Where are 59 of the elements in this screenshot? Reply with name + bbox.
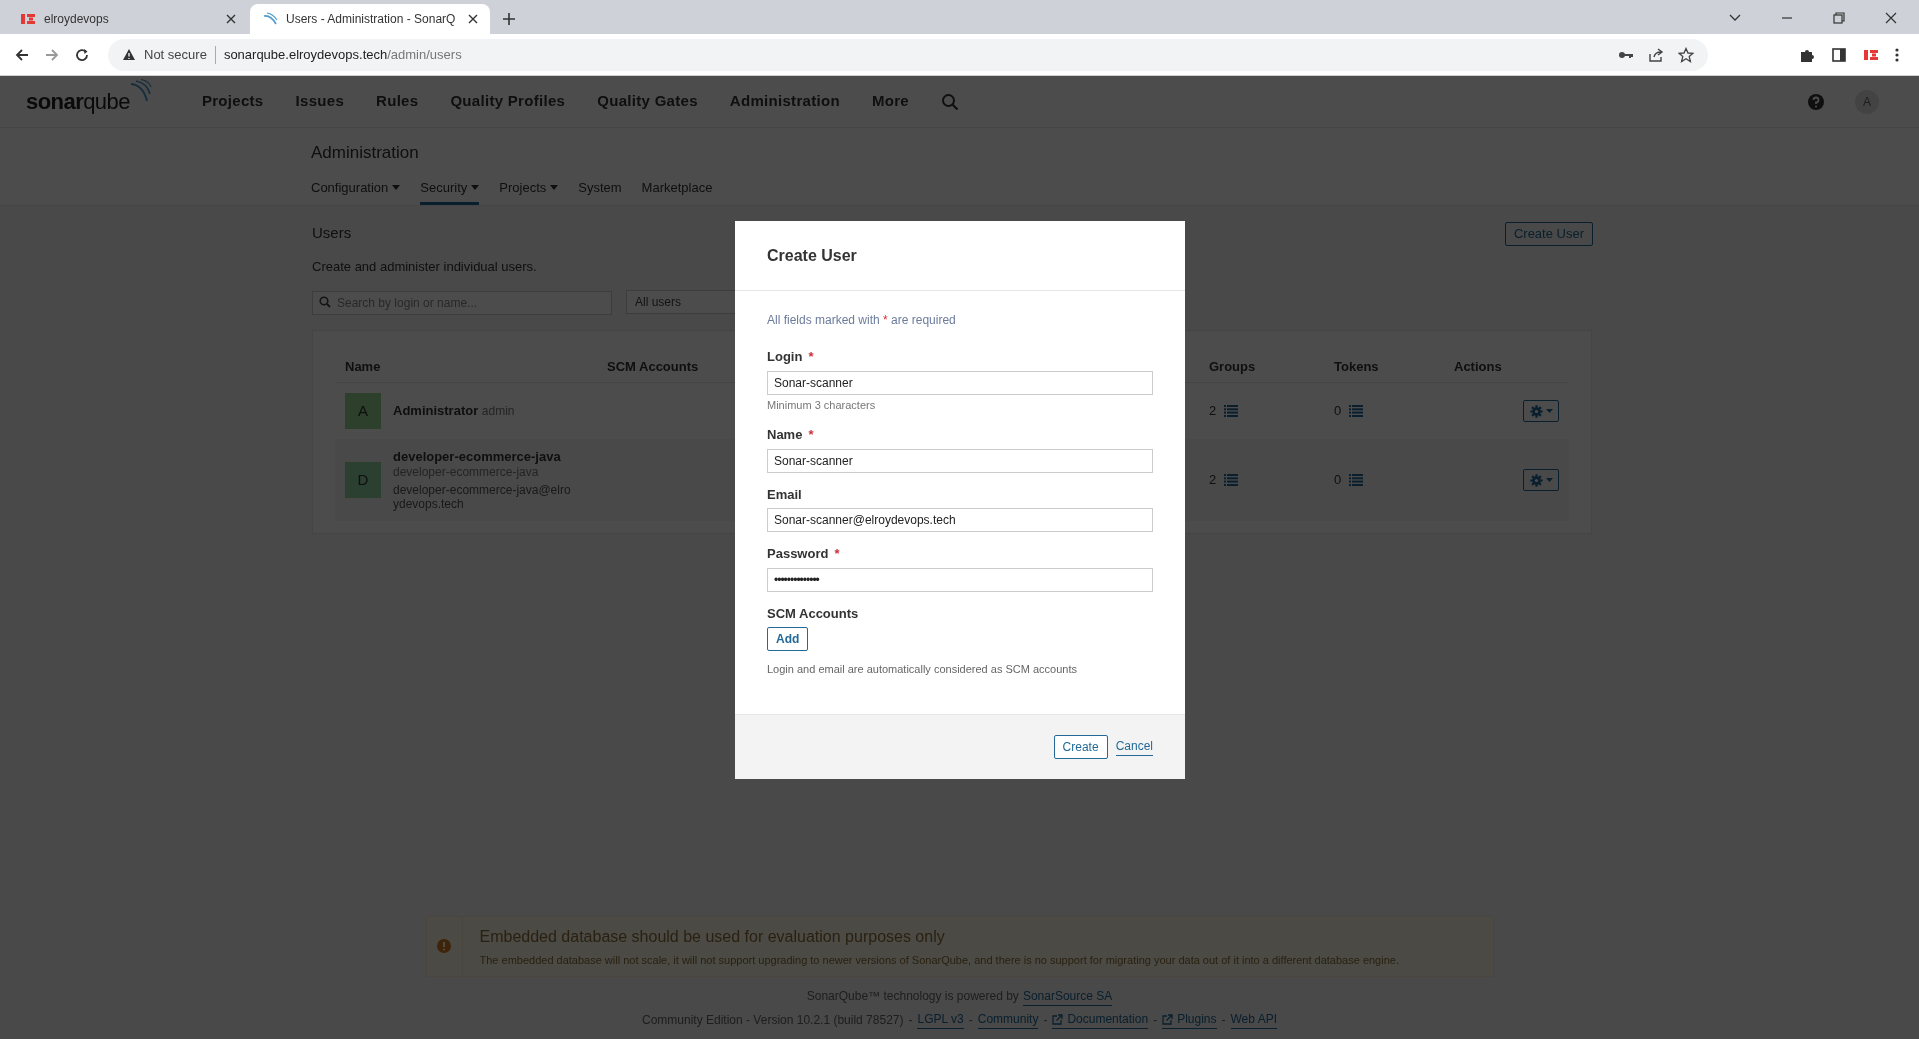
- field-hint: Minimum 3 characters: [767, 397, 877, 413]
- key-icon[interactable]: [1618, 49, 1634, 60]
- dialog-title: Create User: [767, 245, 857, 266]
- page-title: Administration: [311, 142, 420, 164]
- tokens-count: 0: [1334, 471, 1342, 490]
- separator-text: -: [968, 1011, 973, 1029]
- field-label: Login *: [767, 348, 814, 366]
- cancel-link[interactable]: Cancel: [1115, 737, 1153, 756]
- column-header: Groups: [1209, 357, 1256, 376]
- star-icon[interactable]: [1678, 46, 1694, 63]
- input-field[interactable]: ••••••••••••••: [767, 567, 1153, 592]
- restore-icon[interactable]: [1833, 12, 1845, 24]
- sonar-wave-icon: [262, 11, 278, 27]
- tokens-count: 0: [1334, 402, 1342, 421]
- create-button[interactable]: Create: [1053, 734, 1108, 759]
- close-icon[interactable]: [226, 14, 236, 24]
- close-icon[interactable]: [1885, 12, 1897, 24]
- groups-count: 2: [1209, 471, 1217, 490]
- reload-icon[interactable]: [74, 46, 90, 63]
- input-field[interactable]: Sonar-scanner: [767, 370, 1153, 395]
- column-header: Actions: [1454, 357, 1502, 376]
- user-name: developer-ecommerce-java: [393, 449, 561, 464]
- side-panel-icon[interactable]: [1831, 46, 1847, 63]
- share-icon[interactable]: [1648, 46, 1664, 63]
- column-header: SCM Accounts: [607, 357, 699, 376]
- section-title: Users: [312, 223, 353, 243]
- address-bar[interactable]: Not secure sonarqube.elroydevops.tech/admin/users: [108, 38, 1708, 71]
- field-label: SCM Accounts: [767, 604, 860, 623]
- browser-tab[interactable]: Users - Administration - SonarQ: [250, 4, 490, 34]
- column-header: Name: [345, 357, 381, 376]
- tab-title: elroydevops: [44, 11, 110, 28]
- section-description: Create and administer individual users.: [312, 257, 537, 276]
- chevron-down-icon[interactable]: [1729, 14, 1741, 22]
- groups-count: 2: [1209, 402, 1217, 421]
- back-icon[interactable]: [14, 46, 30, 63]
- separator-text: -: [1221, 1011, 1226, 1029]
- field-label: Name *: [767, 426, 814, 444]
- warning-triangle-icon: [122, 48, 136, 61]
- forward-icon[interactable]: [44, 46, 60, 63]
- field-label: Email: [767, 485, 802, 504]
- browser-tab[interactable]: elroydevops: [8, 4, 248, 34]
- new-tab-icon[interactable]: [502, 12, 516, 26]
- security-label: Not secure: [144, 45, 207, 64]
- separator-text: -: [1043, 1011, 1048, 1029]
- required-note: All fields marked with * are required: [767, 312, 957, 329]
- user-name: Administrator: [393, 403, 479, 418]
- separator-text: -: [1153, 1011, 1158, 1029]
- input-field[interactable]: Sonar-scanner: [767, 448, 1153, 473]
- more-icon[interactable]: [1895, 46, 1899, 63]
- tab-title: Users - Administration - SonarQ: [286, 11, 457, 28]
- separator-text: -: [908, 1011, 913, 1029]
- column-header: Tokens: [1334, 357, 1379, 376]
- field-label: Password *: [767, 545, 840, 563]
- help-text: Login and email are automatically considered as SCM accounts: [767, 662, 1078, 677]
- brand-logo-icon: [20, 11, 36, 27]
- close-icon[interactable]: [468, 14, 478, 24]
- url-text: sonarqube.elroydevops.tech/admin/users: [223, 45, 462, 64]
- add-button[interactable]: Add: [767, 627, 809, 651]
- input-field[interactable]: Sonar-scanner@elroydevops.tech: [767, 508, 1153, 532]
